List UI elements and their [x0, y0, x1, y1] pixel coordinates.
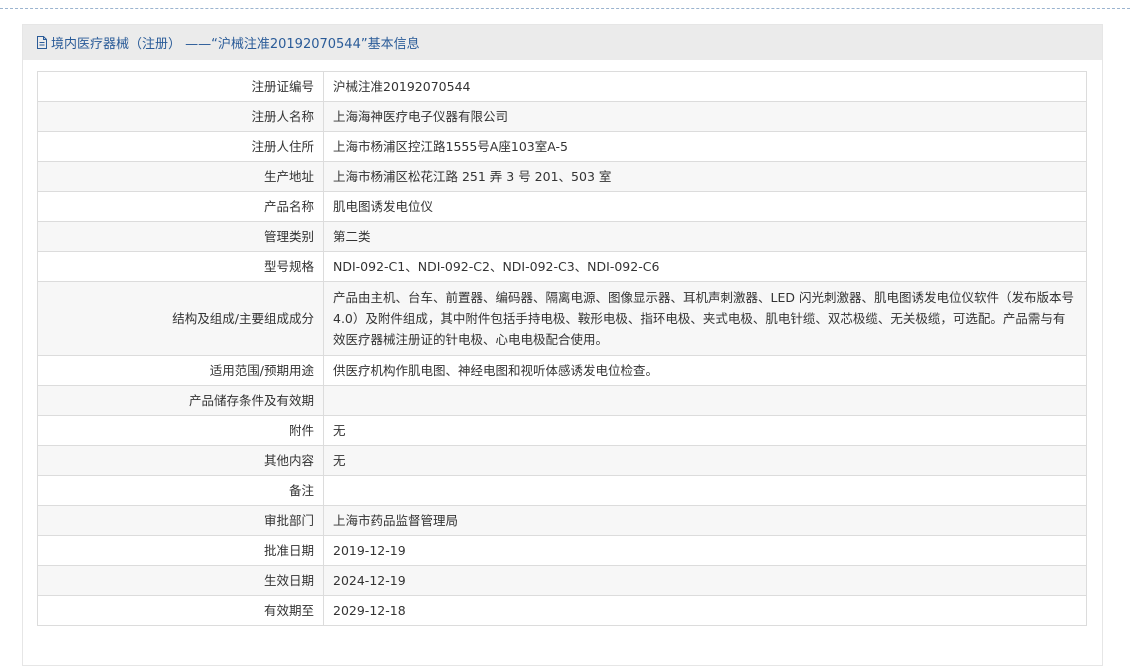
field-label: 适用范围/预期用途 — [37, 355, 324, 386]
table-row: 型号规格 NDI-092-C1、NDI-092-C2、NDI-092-C3、NDI… — [37, 251, 1087, 282]
field-value — [323, 385, 1087, 416]
table-row: 管理类别 第二类 — [37, 221, 1087, 252]
field-value: 上海海神医疗电子仪器有限公司 — [323, 101, 1087, 132]
field-label: 管理类别 — [37, 221, 324, 252]
table-row: 其他内容无 — [37, 445, 1087, 476]
document-icon — [36, 36, 48, 49]
table-row: 注册人住所 上海市杨浦区控江路1555号A座103室A-5 — [37, 131, 1087, 162]
field-value: 2029-12-18 — [323, 595, 1087, 626]
info-table: 注册证编号 沪械注准20192070544 注册人名称 上海海神医疗电子仪器有限公司… — [37, 71, 1087, 626]
field-label: 附件 — [37, 415, 324, 446]
field-label: 注册人名称 — [37, 101, 324, 132]
top-divider — [0, 8, 1130, 9]
field-label: 注册证编号 — [37, 71, 324, 102]
field-label: 批准日期 — [37, 535, 324, 566]
field-value: 沪械注准20192070544 — [323, 71, 1087, 102]
field-label: 注册人住所 — [37, 131, 324, 162]
field-label: 有效期至 — [37, 595, 324, 626]
field-label: 产品名称 — [37, 191, 324, 222]
table-row: 注册证编号 沪械注准20192070544 — [37, 71, 1087, 102]
field-label: 生效日期 — [37, 565, 324, 596]
field-label: 生产地址 — [37, 161, 324, 192]
field-value: 无 — [323, 445, 1087, 476]
page-title: 境内医疗器械（注册） ——“沪械注准20192070544”基本信息 — [51, 37, 420, 52]
field-label: 备注 — [37, 475, 324, 506]
table-row: 审批部门 上海市药品监督管理局 — [37, 505, 1087, 536]
table-row: 生产地址 上海市杨浦区松花江路 251 弄 3 号 201、503 室 — [37, 161, 1087, 192]
detail-panel: 境内医疗器械（注册） ——“沪械注准20192070544”基本信息 注册证编号… — [22, 24, 1103, 666]
table-row: 附件无 — [37, 415, 1087, 446]
field-value: 产品由主机、台车、前置器、编码器、隔离电源、图像显示器、耳机声刺激器、LED 闪… — [323, 281, 1087, 356]
field-value: NDI-092-C1、NDI-092-C2、NDI-092-C3、NDI-092… — [323, 251, 1087, 282]
field-value: 第二类 — [323, 221, 1087, 252]
table-row: 注册人名称 上海海神医疗电子仪器有限公司 — [37, 101, 1087, 132]
field-value: 肌电图诱发电位仪 — [323, 191, 1087, 222]
field-label: 审批部门 — [37, 505, 324, 536]
field-label: 结构及组成/主要组成成分 — [37, 281, 324, 356]
table-row: 结构及组成/主要组成成分 产品由主机、台车、前置器、编码器、隔离电源、图像显示器、… — [37, 281, 1087, 356]
field-label: 其他内容 — [37, 445, 324, 476]
field-value: 2019-12-19 — [323, 535, 1087, 566]
table-row: 生效日期 2024-12-19 — [37, 565, 1087, 596]
field-label: 型号规格 — [37, 251, 324, 282]
field-value: 供医疗机构作肌电图、神经电图和视听体感诱发电位检查。 — [323, 355, 1087, 386]
field-value — [323, 475, 1087, 506]
table-row: 有效期至 2029-12-18 — [37, 595, 1087, 626]
panel-body: 注册证编号 沪械注准20192070544 注册人名称 上海海神医疗电子仪器有限公司… — [23, 60, 1102, 665]
field-value: 无 — [323, 415, 1087, 446]
table-row: 适用范围/预期用途 供医疗机构作肌电图、神经电图和视听体感诱发电位检查。 — [37, 355, 1087, 386]
field-value: 上海市杨浦区控江路1555号A座103室A-5 — [323, 131, 1087, 162]
field-value: 2024-12-19 — [323, 565, 1087, 596]
table-row: 批准日期 2019-12-19 — [37, 535, 1087, 566]
field-value: 上海市杨浦区松花江路 251 弄 3 号 201、503 室 — [323, 161, 1087, 192]
field-label: 产品储存条件及有效期 — [37, 385, 324, 416]
table-row: 备注 — [37, 475, 1087, 506]
table-row: 产品储存条件及有效期 — [37, 385, 1087, 416]
table-row: 产品名称 肌电图诱发电位仪 — [37, 191, 1087, 222]
panel-header: 境内医疗器械（注册） ——“沪械注准20192070544”基本信息 — [23, 25, 1102, 60]
field-value: 上海市药品监督管理局 — [323, 505, 1087, 536]
